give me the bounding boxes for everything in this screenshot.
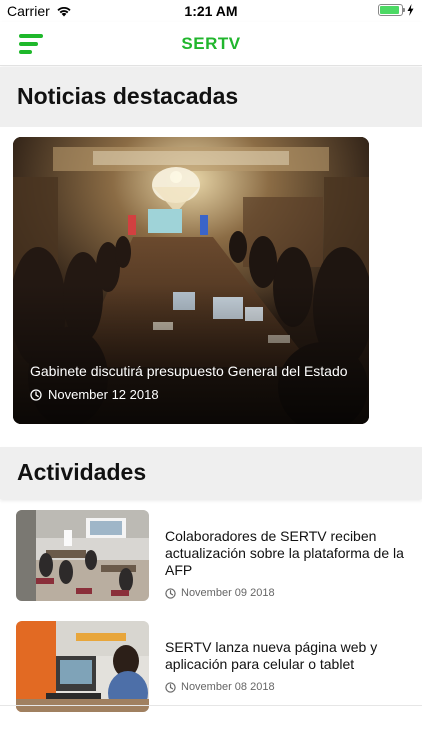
battery-tip: [403, 8, 405, 12]
section-header-activities: Actividades: [0, 447, 422, 499]
section-header-featured: Noticias destacadas: [0, 67, 422, 127]
featured-news-date: November 12 2018: [30, 387, 159, 402]
section-title-featured: Noticias destacadas: [17, 83, 239, 109]
battery-icon: [378, 4, 405, 16]
activity-thumbnail: [16, 510, 149, 601]
section-title-activities: Actividades: [17, 459, 147, 485]
clock-icon: [30, 388, 42, 401]
activity-date: November 08 2018: [165, 681, 275, 693]
featured-overlay: [13, 284, 369, 424]
clock-icon: [165, 587, 176, 599]
featured-news-card[interactable]: Gabinete discutirá presupuesto General d…: [13, 137, 369, 424]
activity-thumbnail: [16, 621, 149, 712]
activity-title: SERTV lanza nueva página web y aplicació…: [165, 639, 378, 672]
featured-news-title: Gabinete discutirá presupuesto General d…: [30, 363, 348, 379]
bottom-divider: [0, 705, 422, 706]
list-item[interactable]: Colaboradores de SERTV reciben actualiza…: [0, 500, 422, 610]
battery-level: [380, 6, 399, 14]
activity-date: November 09 2018: [165, 587, 275, 599]
status-bar: Carrier 1:21 AM: [0, 0, 422, 22]
activity-image: [16, 621, 149, 712]
featured-news-date-text: November 12 2018: [48, 387, 159, 402]
activity-date-text: November 09 2018: [181, 587, 275, 599]
status-right: [378, 4, 414, 16]
activity-date-text: November 08 2018: [181, 681, 275, 693]
clock-icon: [165, 681, 176, 693]
status-time: 1:21 AM: [184, 3, 238, 19]
list-item[interactable]: SERTV lanza nueva página web y aplicació…: [0, 610, 422, 712]
bolt-icon: [407, 4, 414, 16]
app-title: SERTV: [181, 34, 241, 53]
activity-title: Colaboradores de SERTV reciben actualiza…: [165, 528, 404, 578]
activity-image: [16, 510, 149, 601]
navigation-bar: SERTV: [0, 22, 422, 66]
